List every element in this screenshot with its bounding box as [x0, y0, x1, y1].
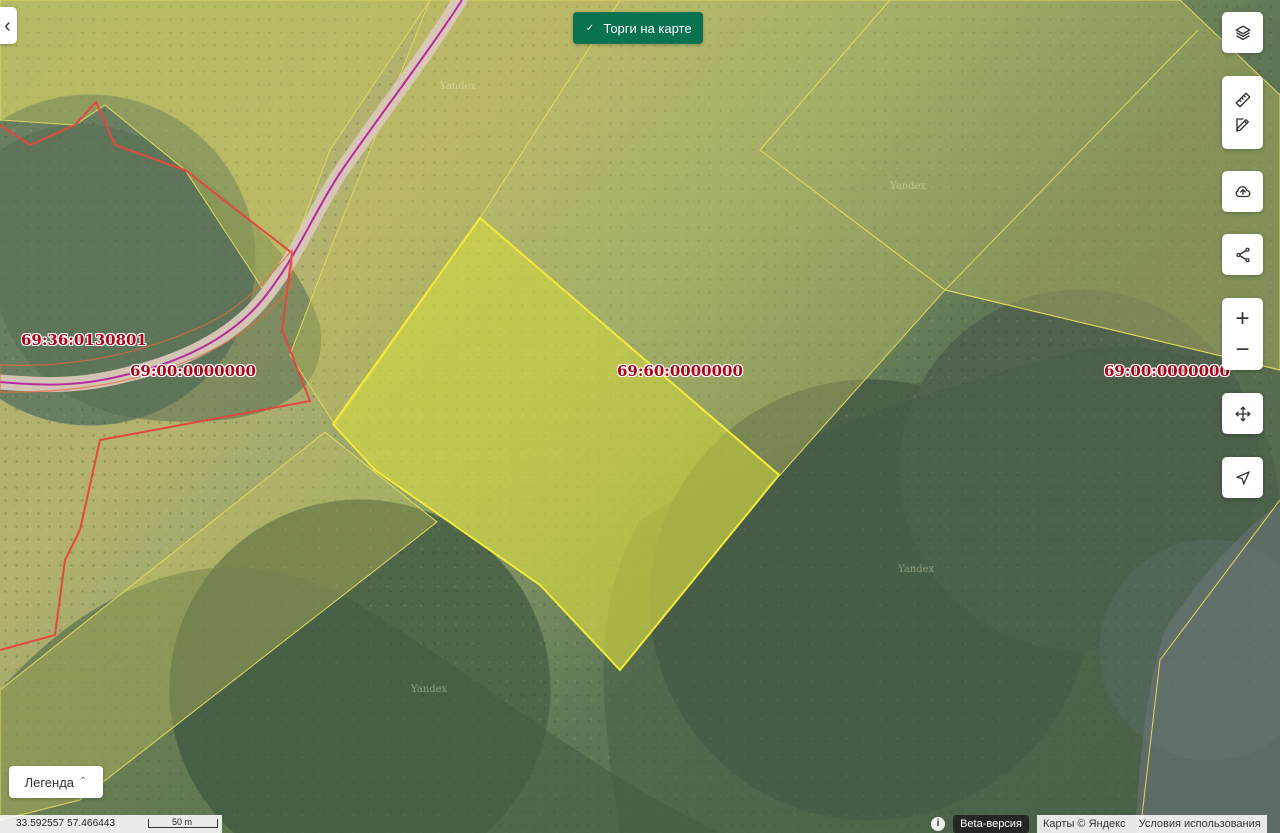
share-button[interactable]: [1222, 234, 1263, 275]
cadastral-label-east[interactable]: 69:00:0000000: [1104, 363, 1230, 379]
move-icon: [1235, 406, 1250, 421]
zoom-out-button[interactable]: −: [1222, 334, 1263, 365]
zoom-in-button[interactable]: +: [1222, 303, 1263, 334]
map-copyright: Карты © Яндекс Условия использования: [1037, 815, 1267, 833]
cadastral-label-selected[interactable]: 69:60:0000000: [617, 363, 743, 379]
scale-label: 50 m: [172, 817, 193, 827]
cloud-upload-icon: [1235, 185, 1250, 197]
yandex-maps-copyright: Карты © Яндекс: [1043, 818, 1126, 830]
share-icon: [1235, 247, 1250, 262]
chevron-up-icon: ⌃: [79, 775, 88, 787]
auctions-on-map-label: Торги на карте: [603, 20, 692, 36]
location-button[interactable]: [1222, 457, 1263, 498]
cadastral-label-road[interactable]: 69:00:0000000: [130, 363, 256, 379]
info-icon[interactable]: i: [931, 817, 945, 831]
location-arrow-icon: [1235, 470, 1250, 485]
terms-link[interactable]: Условия использования: [1139, 818, 1261, 830]
map-scale: 50 m: [144, 815, 222, 833]
chevron-left-icon: ‹: [4, 14, 11, 37]
edit-icon[interactable]: [1234, 116, 1252, 134]
legend-button[interactable]: Легенда ⌃: [9, 766, 103, 798]
upload-button[interactable]: [1222, 171, 1263, 212]
zoom-controls: + −: [1222, 298, 1263, 370]
checkmark-icon: ✓: [585, 22, 595, 34]
layers-icon: [1235, 25, 1250, 40]
ruler-icon[interactable]: [1234, 91, 1252, 109]
map-canvas[interactable]: Yandex Yandex Yandex Yandex 69:36:013080…: [0, 0, 1280, 833]
legend-label: Легенда: [24, 774, 75, 790]
cursor-coordinates: 33.592557 57.466443: [0, 815, 144, 833]
beta-version-label[interactable]: Beta-версия: [953, 815, 1029, 833]
move-button[interactable]: [1222, 393, 1263, 434]
cadastral-map-overlay[interactable]: [0, 0, 1280, 833]
back-button[interactable]: ‹: [0, 7, 17, 44]
measure-edit-toolbar: [1222, 76, 1263, 149]
cadastral-label-west[interactable]: 69:36:0130801: [21, 332, 147, 348]
auctions-on-map-badge[interactable]: ✓ Торги на карте: [573, 12, 703, 44]
layers-button[interactable]: [1222, 12, 1263, 53]
